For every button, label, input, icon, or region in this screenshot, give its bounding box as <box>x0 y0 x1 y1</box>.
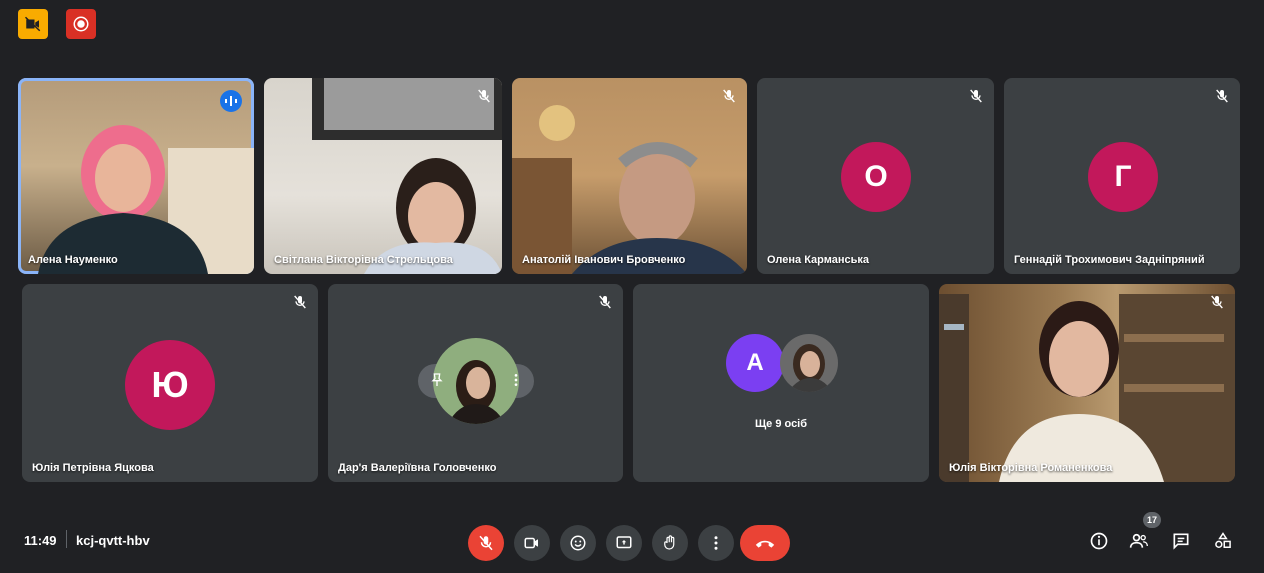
mic-muted-icon <box>968 88 984 104</box>
others-count-label: Ще 9 осіб <box>754 418 808 430</box>
call-controls-bar: 11:49 kcj-qvtt-hbv 17 <box>0 510 1264 573</box>
participant-name: Анатолій Іванович Бровченко <box>522 254 686 266</box>
participant-tile[interactable]: Ю Юлія Петрівна Яцкова <box>22 284 318 482</box>
activities-button[interactable] <box>1210 528 1236 554</box>
leave-call-button[interactable] <box>740 525 790 561</box>
participant-tile[interactable]: Світлана Вікторівна Стрельцова <box>264 78 502 274</box>
chat-button[interactable] <box>1168 528 1194 554</box>
participant-video <box>512 105 747 274</box>
mic-muted-icon <box>476 88 492 104</box>
raise-hand-button[interactable] <box>652 525 688 561</box>
show-everyone-button[interactable] <box>1126 528 1152 554</box>
meeting-code: kcj-qvtt-hbv <box>76 533 150 548</box>
record-icon <box>73 16 89 32</box>
more-icon <box>714 536 718 550</box>
reactions-button[interactable] <box>560 525 596 561</box>
people-icon <box>1129 533 1148 548</box>
chat-icon <box>1173 533 1189 550</box>
meeting-time: 11:49 <box>24 533 57 548</box>
others-tile[interactable]: А Ще 9 осіб <box>633 284 929 482</box>
participant-tile[interactable]: Г Геннадій Трохимович Задніпряний <box>1004 78 1240 274</box>
camera-off-badge <box>18 9 48 39</box>
participant-count-badge: 17 <box>1143 512 1161 528</box>
participant-name: Юлія Вікторівна Романенкова <box>949 462 1113 474</box>
camera-off-icon <box>24 16 41 32</box>
mic-toggle-button[interactable] <box>468 525 504 561</box>
present-screen-button[interactable] <box>606 525 642 561</box>
pin-icon[interactable] <box>429 372 445 388</box>
participant-video <box>939 294 1235 482</box>
participant-avatar: Ю <box>125 340 215 430</box>
participant-avatar: Г <box>1088 142 1158 212</box>
participant-photo-avatar <box>780 334 838 392</box>
recording-badge <box>66 9 96 39</box>
participant-name: Олена Карманська <box>767 254 869 266</box>
participant-avatar: О <box>841 142 911 212</box>
more-options-icon[interactable] <box>508 372 524 388</box>
participant-video <box>38 125 254 274</box>
divider <box>66 530 67 548</box>
mic-muted-icon <box>1214 88 1230 104</box>
end-call-icon <box>755 540 775 548</box>
participant-tile[interactable]: Юлія Вікторівна Романенкова <box>939 284 1235 482</box>
mic-muted-icon <box>597 294 613 310</box>
participant-name: Світлана Вікторівна Стрельцова <box>274 254 453 266</box>
participant-tile[interactable]: Алена Науменко <box>18 78 254 274</box>
mic-muted-icon <box>292 294 308 310</box>
emoji-icon <box>570 535 586 551</box>
participant-tile[interactable]: Дар'я Валеріївна Головченко <box>328 284 623 482</box>
participant-photo-avatar <box>433 338 519 424</box>
camera-icon <box>524 537 538 549</box>
participant-avatar: А <box>726 334 784 392</box>
meeting-details-button[interactable] <box>1086 528 1112 554</box>
mic-muted-icon <box>721 88 737 104</box>
participant-tile[interactable]: Анатолій Іванович Бровченко <box>512 78 747 274</box>
participant-name: Дар'я Валеріївна Головченко <box>338 462 497 474</box>
participant-name: Юлія Петрівна Яцкова <box>32 462 154 474</box>
participant-tile[interactable]: О Олена Карманська <box>757 78 994 274</box>
participant-name: Алена Науменко <box>28 254 118 266</box>
participant-video <box>312 78 502 274</box>
present-icon <box>616 536 632 549</box>
mic-off-icon <box>479 535 493 551</box>
more-options-button[interactable] <box>698 525 734 561</box>
participant-name: Геннадій Трохимович Задніпряний <box>1014 254 1205 266</box>
raise-hand-icon <box>664 535 675 550</box>
camera-toggle-button[interactable] <box>514 525 550 561</box>
activities-icon <box>1215 532 1231 548</box>
mic-muted-icon <box>1209 294 1225 310</box>
info-icon <box>1090 532 1108 550</box>
speaking-indicator-icon <box>220 90 242 112</box>
